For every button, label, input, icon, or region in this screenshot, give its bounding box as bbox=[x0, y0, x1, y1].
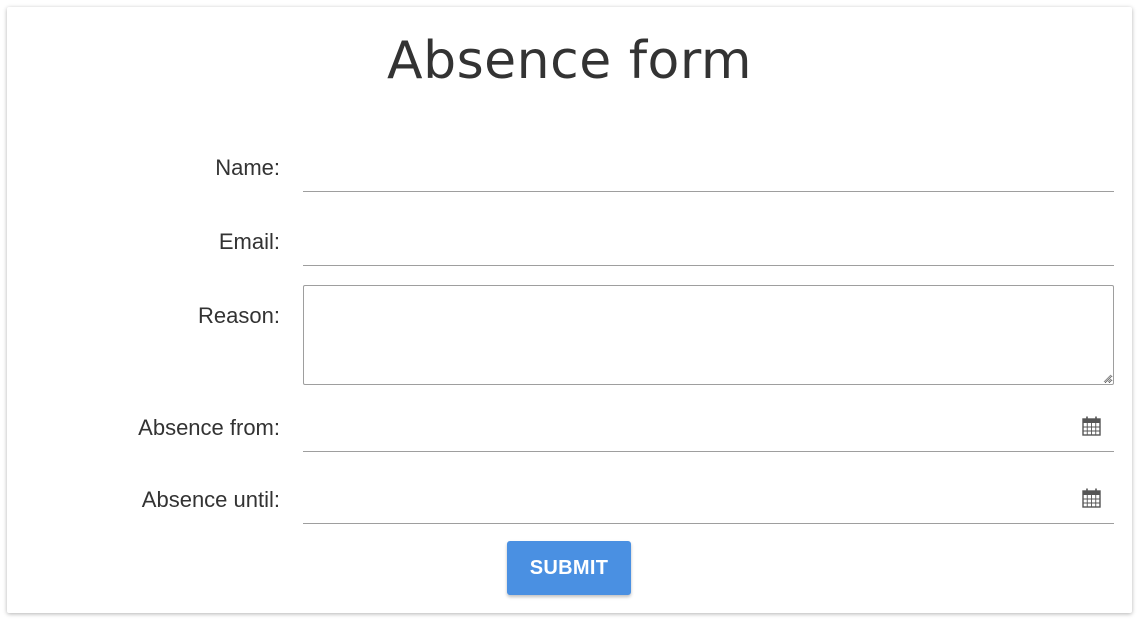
absence-from-label: Absence from: bbox=[138, 415, 280, 440]
absence-form-card: Absence form Name: Email: Reason: Absenc… bbox=[7, 7, 1132, 613]
page-title: Absence form bbox=[387, 31, 752, 91]
name-input[interactable] bbox=[303, 152, 1114, 192]
name-label: Name: bbox=[215, 155, 280, 180]
reason-label: Reason: bbox=[198, 303, 280, 328]
absence-until-input[interactable] bbox=[303, 484, 1114, 524]
email-label: Email: bbox=[218, 229, 280, 254]
absence-until-label: Absence until: bbox=[141, 487, 280, 512]
calendar-icon[interactable] bbox=[1082, 488, 1101, 508]
submit-button[interactable]: SUBMIT bbox=[507, 541, 631, 595]
absence-from-input[interactable] bbox=[303, 412, 1114, 452]
email-input[interactable] bbox=[303, 226, 1114, 266]
calendar-icon[interactable] bbox=[1082, 416, 1101, 436]
resize-grip-icon[interactable] bbox=[1103, 374, 1112, 383]
reason-textarea[interactable] bbox=[303, 285, 1114, 385]
